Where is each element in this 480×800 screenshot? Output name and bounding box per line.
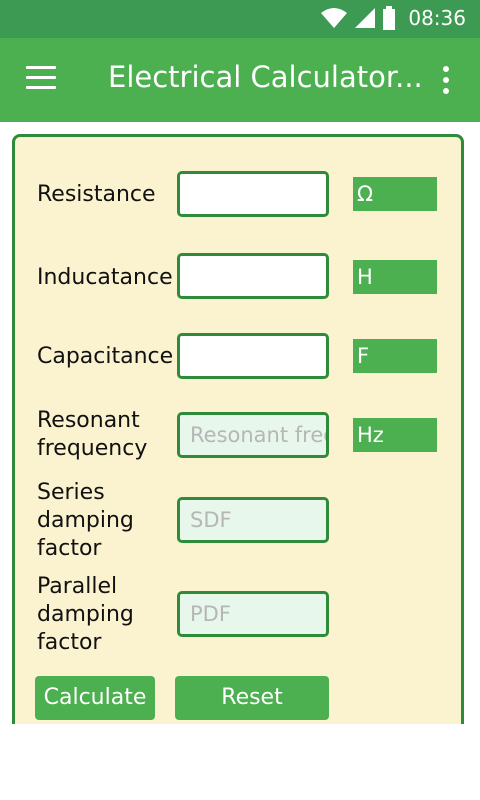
resistance-label: Resistance [37,182,156,207]
capacitance-unit: F [353,339,437,373]
status-bar: 08:36 [0,0,480,38]
parallel-label-line3: factor [37,630,102,655]
parallel-label-line2: damping [37,602,134,627]
reset-button[interactable]: Reset [175,676,329,720]
overflow-menu-icon[interactable] [441,66,451,96]
hamburger-menu-icon[interactable] [26,66,56,92]
parallel-damping-label: Parallel damping factor [37,573,134,657]
battery-icon [383,6,396,30]
app-bar: Electrical Calculator... [0,38,480,122]
wifi-icon [321,8,348,28]
resonant-frequency-unit: Hz [353,418,437,452]
inductance-input[interactable] [177,253,329,299]
resonant-frequency-label: Resonant frequency [37,407,147,463]
series-label-line1: Series [37,480,105,505]
calculate-button[interactable]: Calculate [35,676,155,720]
resonant-frequency-field[interactable]: Resonant frec [177,412,329,458]
series-damping-label: Series damping factor [37,479,134,563]
series-damping-field[interactable]: SDF [177,497,329,543]
capacitance-input[interactable] [177,333,329,379]
resonant-label-line1: Resonant [37,408,140,433]
status-time: 08:36 [408,6,466,30]
parallel-label-line1: Parallel [37,574,118,599]
parallel-damping-field[interactable]: PDF [177,591,329,637]
calculator-card: Resistance Ω Inducatance H Capacitance F… [12,134,464,754]
series-label-line2: damping [37,508,134,533]
inductance-label: Inducatance [37,265,173,290]
resonant-label-line2: frequency [37,436,148,461]
cell-signal-icon [355,8,376,28]
resistance-unit: Ω [353,177,437,211]
status-icons: 08:36 [320,6,466,30]
series-label-line3: factor [37,536,102,561]
capacitance-label: Capacitance [37,344,174,369]
resistance-input[interactable] [177,171,329,217]
app-title: Electrical Calculator... [108,60,423,94]
bottom-area [0,724,480,800]
inductance-unit: H [353,260,437,294]
